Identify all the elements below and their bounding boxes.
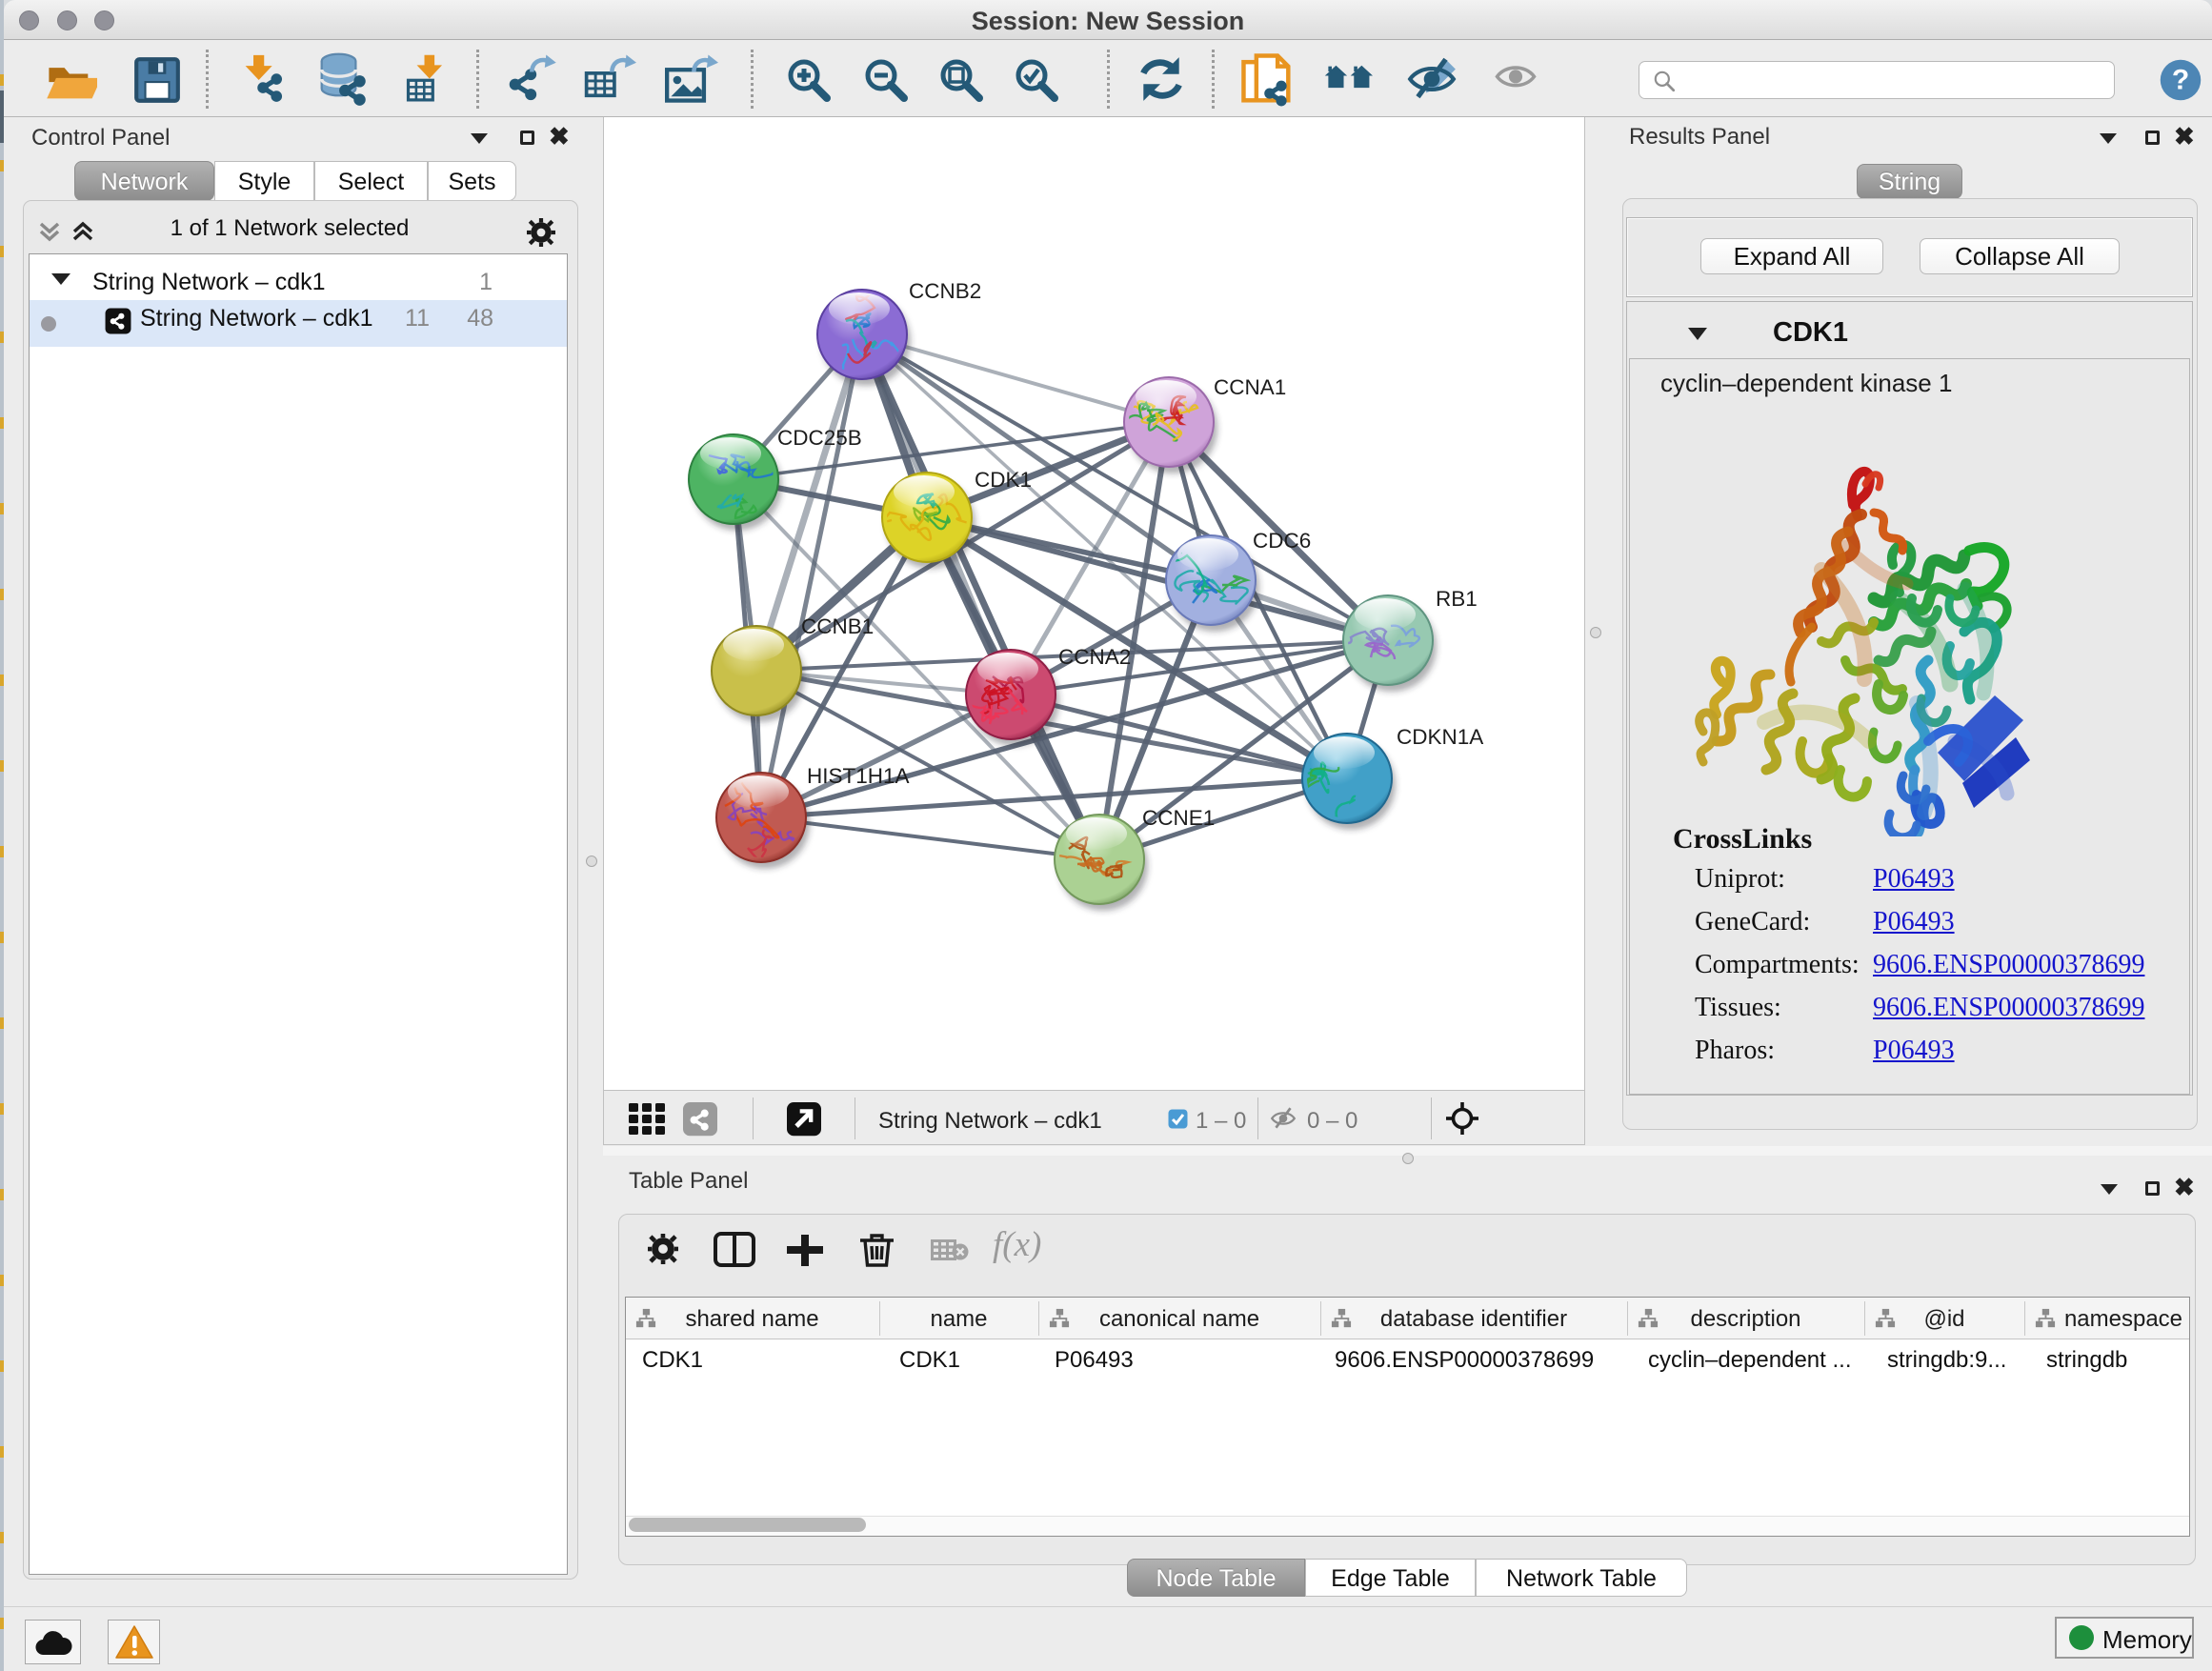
svg-text:CCNB1: CCNB1: [801, 614, 874, 638]
svg-text:CCNA2: CCNA2: [1058, 645, 1131, 669]
svg-text:RB1: RB1: [1436, 587, 1478, 611]
svg-text:HIST1H1A: HIST1H1A: [807, 764, 910, 788]
svg-text:CCNB2: CCNB2: [909, 279, 981, 303]
svg-text:CDC25B: CDC25B: [777, 426, 862, 450]
svg-text:CDC6: CDC6: [1253, 529, 1311, 553]
svg-text:CDKN1A: CDKN1A: [1397, 725, 1483, 749]
svg-text:CCNE1: CCNE1: [1142, 806, 1215, 830]
svg-text:?: ?: [2172, 65, 2189, 96]
svg-text:CCNA1: CCNA1: [1214, 375, 1286, 399]
svg-text:CDK1: CDK1: [975, 468, 1032, 492]
